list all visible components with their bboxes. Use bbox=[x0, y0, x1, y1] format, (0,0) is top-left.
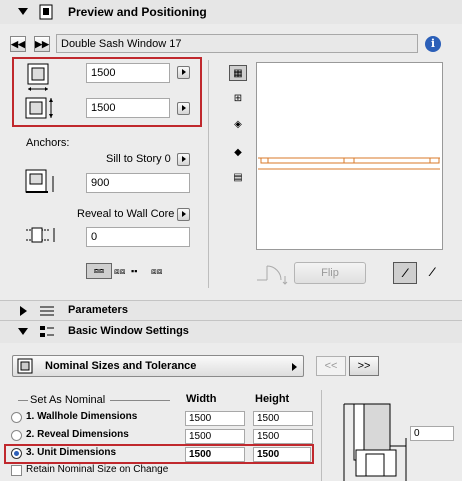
reveal-height-input[interactable]: 1500 bbox=[253, 429, 313, 444]
dropdown-arrow-icon bbox=[292, 363, 297, 371]
height-input[interactable]: 1500 bbox=[86, 98, 170, 118]
anchors-label: Anchors: bbox=[26, 137, 70, 149]
offset-input[interactable]: 0 bbox=[410, 426, 454, 441]
anchor-option-4-icon[interactable]: ⧈⧈ bbox=[151, 266, 162, 277]
group-line bbox=[18, 400, 28, 401]
film-view-button[interactable]: ▤ bbox=[229, 170, 247, 186]
wallhole-height-input[interactable]: 1500 bbox=[253, 411, 313, 426]
reveal-input[interactable]: 0 bbox=[86, 227, 190, 247]
row-label: 3. Unit Dimensions bbox=[26, 447, 117, 458]
row-label: 1. Wallhole Dimensions bbox=[26, 411, 138, 422]
height-menu-button[interactable] bbox=[177, 102, 190, 115]
panel-divider bbox=[208, 60, 209, 288]
collapse-triangle-icon[interactable] bbox=[18, 328, 28, 335]
basic-settings-title: Basic Window Settings bbox=[68, 325, 189, 337]
page-icon bbox=[17, 358, 33, 374]
expand-triangle-icon[interactable] bbox=[20, 306, 27, 316]
row-label: 2. Reveal Dimensions bbox=[26, 429, 129, 440]
object-name-field: Double Sash Window 17 bbox=[56, 34, 418, 53]
reveal-anchor-icon bbox=[26, 227, 55, 243]
reveal-menu-button[interactable] bbox=[177, 208, 190, 221]
plan-view-button[interactable]: ▦ bbox=[229, 65, 247, 81]
unit-width-input[interactable]: 1500 bbox=[185, 447, 245, 462]
sill-menu-button[interactable] bbox=[177, 153, 190, 166]
set-as-nominal-label: Set As Nominal bbox=[30, 394, 106, 406]
section-view-button[interactable]: ⊞ bbox=[229, 91, 247, 107]
anchor-option-1-icon[interactable]: ⧈⧈ bbox=[86, 263, 112, 279]
height-icon bbox=[25, 97, 53, 119]
next-page-button[interactable]: >> bbox=[349, 356, 379, 376]
width-icon bbox=[27, 63, 49, 91]
reveal-radio[interactable] bbox=[11, 430, 22, 441]
unit-height-input[interactable]: 1500 bbox=[253, 447, 311, 462]
anchor-option-2-icon[interactable]: ⧈⧈ bbox=[114, 266, 125, 277]
dropdown-value: Nominal Sizes and Tolerance bbox=[45, 360, 197, 372]
unit-radio[interactable] bbox=[11, 448, 22, 459]
opening-right-button[interactable]: ⁄ bbox=[420, 262, 444, 284]
preview-section-header[interactable]: Preview and Positioning bbox=[0, 0, 462, 24]
previous-object-button[interactable]: ◀◀ bbox=[10, 36, 26, 52]
parameters-title: Parameters bbox=[68, 304, 128, 316]
parameters-icon bbox=[40, 306, 54, 316]
frame-section-drawing bbox=[343, 403, 407, 481]
3d-view-button[interactable]: ◆ bbox=[229, 145, 247, 161]
sill-input[interactable]: 900 bbox=[86, 173, 190, 193]
right-divider bbox=[321, 390, 322, 481]
opening-direction-icon bbox=[257, 265, 288, 285]
window-settings-icon bbox=[39, 4, 53, 20]
width-column-header: Width bbox=[186, 393, 217, 405]
width-menu-button[interactable] bbox=[177, 66, 190, 79]
collapse-triangle-icon[interactable] bbox=[18, 8, 28, 15]
wallhole-radio[interactable] bbox=[11, 412, 22, 423]
group-line bbox=[110, 400, 170, 401]
info-icon[interactable]: i bbox=[425, 36, 441, 52]
sill-label: Sill to Story 0 bbox=[106, 153, 171, 165]
reveal-width-input[interactable]: 1500 bbox=[185, 429, 245, 444]
parameters-section-header[interactable]: Parameters bbox=[0, 300, 462, 321]
wallhole-width-input[interactable]: 1500 bbox=[185, 411, 245, 426]
preview-canvas[interactable] bbox=[256, 62, 443, 250]
previous-page-button[interactable]: << bbox=[316, 356, 346, 376]
window-plan-drawing bbox=[258, 157, 440, 170]
flip-button[interactable]: Flip bbox=[294, 262, 366, 284]
anchor-option-3-icon[interactable]: ▪▪ bbox=[131, 266, 137, 276]
retain-nominal-label: Retain Nominal Size on Change bbox=[26, 464, 169, 475]
settings-page-dropdown[interactable]: Nominal Sizes and Tolerance bbox=[12, 355, 304, 377]
sill-anchor-icon bbox=[25, 169, 54, 193]
retain-nominal-checkbox[interactable] bbox=[11, 465, 22, 476]
reveal-label: Reveal to Wall Core bbox=[77, 208, 175, 220]
width-input[interactable]: 1500 bbox=[86, 63, 170, 83]
section-title: Preview and Positioning bbox=[68, 5, 207, 19]
next-object-button[interactable]: ▶▶ bbox=[34, 36, 50, 52]
opening-left-button[interactable]: ⁄ bbox=[393, 262, 417, 284]
basic-settings-icon bbox=[40, 326, 54, 337]
height-column-header: Height bbox=[255, 393, 290, 405]
basic-settings-section-header[interactable]: Basic Window Settings bbox=[0, 320, 462, 343]
axon-view-button[interactable]: ◈ bbox=[229, 117, 247, 133]
